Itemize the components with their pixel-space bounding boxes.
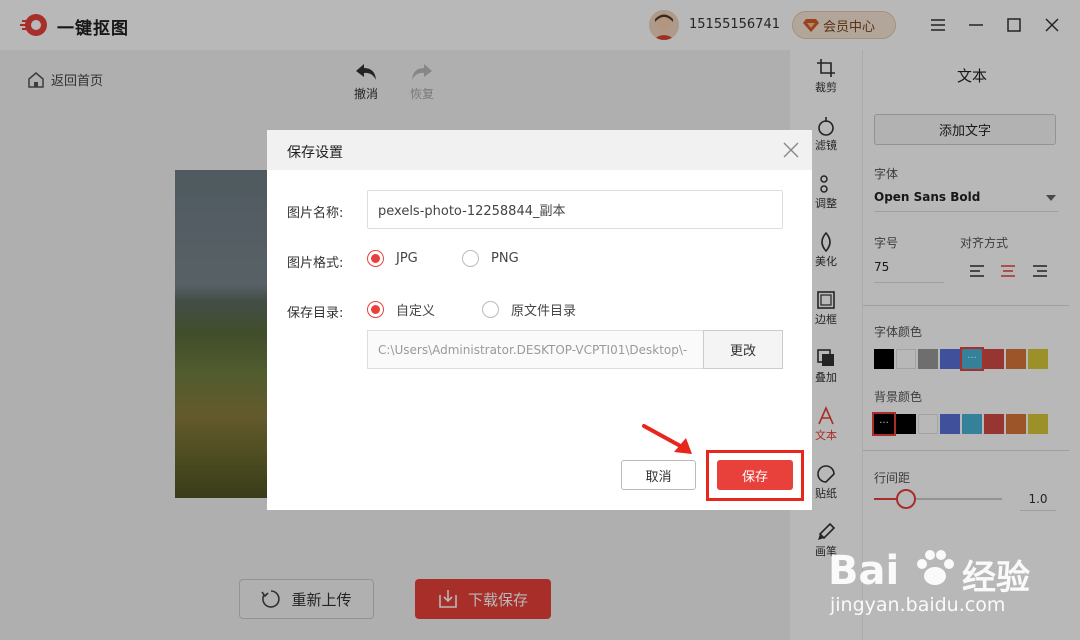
save-dir-label: 保存目录: <box>287 306 344 321</box>
format-jpg-radio[interactable]: JPG <box>367 250 418 267</box>
image-name-input[interactable] <box>367 190 783 229</box>
watermark-brand2: 经验 <box>962 558 1030 598</box>
close-icon[interactable] <box>782 141 800 159</box>
image-format-label: 图片格式: <box>287 256 344 271</box>
radio-dot <box>367 250 384 267</box>
image-name-label: 图片名称: <box>287 206 344 221</box>
cancel-button[interactable]: 取消 <box>621 460 696 490</box>
format-png-label: PNG <box>491 251 519 266</box>
format-png-radio[interactable]: PNG <box>462 250 519 267</box>
dir-custom-radio[interactable]: 自定义 <box>367 300 435 319</box>
save-highlight-box <box>706 450 804 501</box>
dir-custom-label: 自定义 <box>396 304 436 319</box>
radio-dot <box>367 301 384 318</box>
watermark-brand: Bai <box>828 548 900 594</box>
dialog-title: 保存设置 <box>287 145 343 161</box>
dir-original-radio[interactable]: 原文件目录 <box>482 300 576 319</box>
arrow-annotation-icon <box>642 424 692 454</box>
format-jpg-label: JPG <box>396 251 418 266</box>
baidu-watermark: Bai 经验 jingyan.baidu.com <box>826 538 1076 638</box>
paw-icon <box>917 550 954 585</box>
dir-original-label: 原文件目录 <box>511 304 577 319</box>
watermark-url: jingyan.baidu.com <box>830 594 1006 616</box>
change-dir-button[interactable]: 更改 <box>703 330 783 369</box>
radio-dot <box>462 250 479 267</box>
radio-dot <box>482 301 499 318</box>
dialog-header: 保存设置 <box>267 130 812 170</box>
save-path-input[interactable] <box>367 330 704 369</box>
